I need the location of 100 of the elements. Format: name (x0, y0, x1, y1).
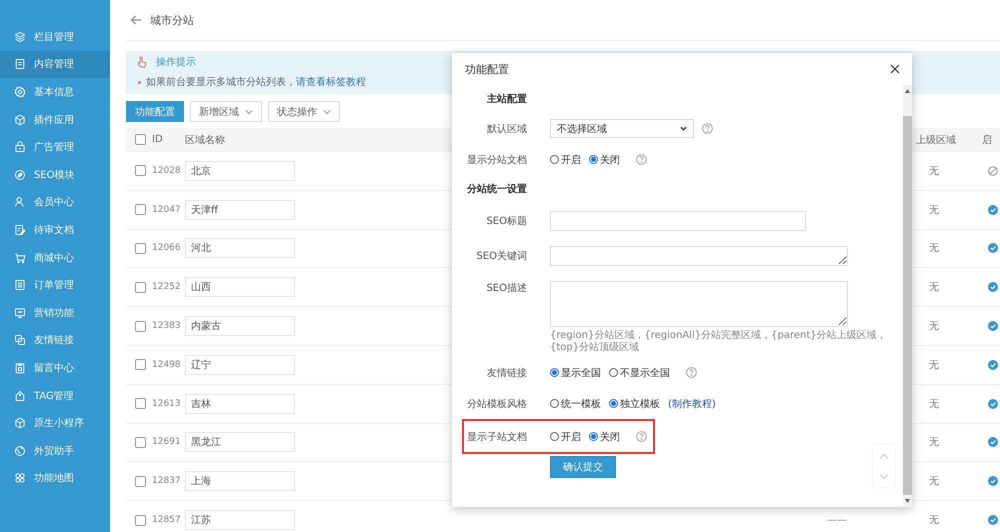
tutorial-link[interactable]: 请查看标签教程 (296, 77, 366, 88)
name-field[interactable]: 辽宁 (185, 354, 295, 375)
check-circle-icon[interactable] (988, 282, 998, 292)
id-cell-text: 12837 (152, 476, 182, 486)
bullet-icon (138, 80, 141, 84)
radio-option[interactable]: 开启 (550, 152, 581, 166)
name-field[interactable]: 黑龙江 (185, 432, 295, 452)
check-circle-icon[interactable] (988, 243, 998, 254)
checkbox[interactable] (135, 320, 146, 332)
layers-icon (14, 30, 26, 43)
monitor-icon (14, 306, 26, 319)
sidebar-item[interactable]: 留言中心 (0, 354, 110, 382)
toolbar-button[interactable]: 新增区域 (190, 101, 262, 122)
help-icon[interactable] (636, 154, 647, 165)
id-cell-text: 12498 (152, 360, 182, 370)
name-field[interactable]: 山西 (185, 277, 295, 298)
name-field[interactable]: 天津ff (185, 200, 295, 220)
id-cell-text: 12047 (152, 204, 182, 215)
checkbox[interactable] (135, 398, 146, 410)
submit-button[interactable]: 确认提交 (550, 456, 616, 478)
toolbar-button[interactable]: 状态操作 (268, 101, 340, 122)
name-field[interactable]: 内蒙古 (185, 316, 295, 336)
back-arrow-icon[interactable] (130, 14, 142, 26)
id-cell-text: 12252 (152, 282, 182, 292)
field-label: 显示子站文档 (466, 430, 527, 444)
triangle-up-icon[interactable] (905, 89, 910, 93)
sidebar-item[interactable]: SEO模块 (0, 160, 110, 189)
scrollbar[interactable] (903, 85, 912, 507)
sidebar-item[interactable]: TAG管理 (0, 382, 110, 410)
parent-cell-text: 无 (928, 436, 940, 450)
checkbox[interactable] (135, 514, 146, 526)
tutorial-link[interactable]: (制作教程) (668, 396, 716, 410)
table-cell: —— (827, 514, 847, 526)
sidebar-item[interactable]: 栏目管理 (0, 23, 110, 51)
checkbox[interactable] (135, 359, 146, 370)
sidebar-item[interactable]: 订单管理 (0, 271, 110, 299)
field-label: 分站模板风格 (466, 398, 527, 410)
id-cell-text: 12691 (152, 437, 182, 448)
parent-cell-text: 无 (928, 204, 940, 217)
chevron-down-icon (879, 474, 889, 480)
parent-cell-text: 无 (928, 398, 940, 411)
name-field[interactable]: 北京 (185, 160, 295, 181)
sidebar-item[interactable]: 商城中心 (0, 244, 110, 272)
sidebar-item[interactable]: 功能地图 (0, 464, 110, 492)
checkbox[interactable] (135, 476, 146, 487)
region-select[interactable]: 不选择区域 (550, 119, 694, 138)
cart-icon (14, 252, 26, 264)
hint-text: {region}分站区域，{regionAll}分站完整区域，{parent}分站上级区域，{top}分站顶级区域 (550, 330, 888, 354)
checkbox[interactable] (135, 134, 146, 145)
check-circle-icon[interactable] (988, 360, 998, 370)
checkbox[interactable] (135, 165, 146, 176)
sidebar-item[interactable]: 基本信息 (0, 78, 110, 106)
help-icon[interactable] (702, 123, 713, 134)
edit-icon (14, 224, 26, 236)
sidebar-item[interactable]: 原生小程序 (0, 409, 110, 437)
parent-cell-text: 无 (928, 320, 940, 334)
section-heading: 分站统一设置 (466, 182, 527, 196)
person-icon (14, 196, 26, 208)
checkbox[interactable] (135, 436, 146, 448)
check-circle-icon[interactable] (988, 321, 998, 332)
sidebar-item[interactable]: 插件应用 (0, 106, 110, 134)
sidebar-item[interactable]: 待审文档 (0, 216, 110, 244)
help-icon[interactable] (636, 431, 647, 442)
sidebar-item[interactable]: 广告管理 (0, 133, 110, 161)
sidebar-item[interactable]: 会员中心 (0, 188, 110, 216)
checkbox[interactable] (135, 242, 146, 254)
caret-icon (323, 108, 331, 116)
radio-option[interactable]: 统一模板 (550, 396, 601, 410)
column-header: ID (152, 134, 164, 145)
check-circle-icon[interactable] (988, 398, 998, 409)
cube-icon (14, 417, 26, 430)
close-button[interactable] (890, 64, 900, 74)
circle-icon (14, 168, 26, 181)
checkbox[interactable] (135, 282, 146, 293)
radio-option[interactable]: 开启 (550, 430, 581, 444)
column-header: 上级区域 (915, 134, 957, 146)
radio-option[interactable]: 不显示全国 (609, 366, 670, 380)
sidebar-item[interactable]: 外贸助手 (0, 436, 110, 464)
name-field[interactable]: 吉林 (185, 394, 295, 414)
radio-option[interactable]: 独立模板 (609, 396, 660, 410)
toolbar-button[interactable]: 功能配置 (126, 101, 184, 122)
check-circle-icon[interactable] (988, 204, 998, 215)
check-circle-icon[interactable] (988, 437, 998, 448)
help-icon[interactable] (686, 367, 697, 378)
check-circle-icon[interactable] (988, 515, 998, 526)
sidebar-item[interactable]: 友情链接 (0, 326, 110, 354)
text-field[interactable] (550, 210, 806, 230)
sidebar-item[interactable]: 内容管理 (0, 50, 110, 78)
triangle-down-icon[interactable] (905, 499, 910, 503)
field-label: SEO关键词 (475, 250, 527, 262)
sidebar-item[interactable]: 营销功能 (0, 298, 110, 327)
name-field[interactable]: 江苏 (185, 510, 295, 530)
name-field[interactable]: 河北 (185, 238, 295, 258)
check-circle-icon[interactable] (988, 476, 998, 486)
id-cell-text: 12383 (152, 321, 182, 332)
radio-option[interactable]: 关闭 (589, 430, 620, 444)
checkbox[interactable] (135, 204, 146, 216)
name-field[interactable]: 上海 (185, 471, 295, 492)
radio-option[interactable]: 关闭 (589, 152, 620, 166)
radio-option[interactable]: 显示全国 (550, 366, 601, 380)
